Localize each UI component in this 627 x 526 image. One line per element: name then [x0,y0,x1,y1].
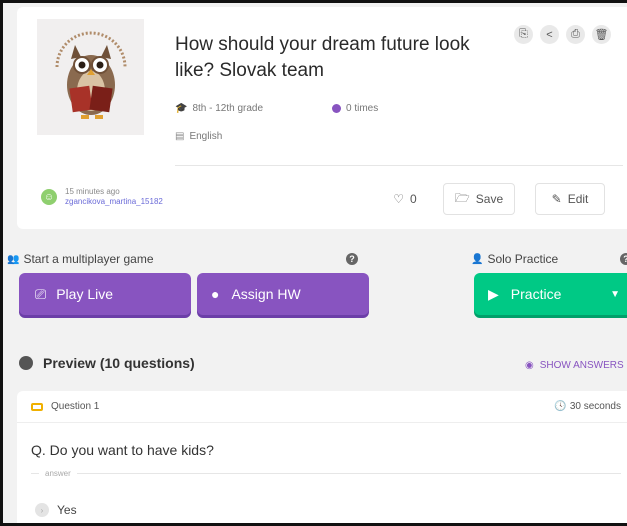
answer-label: answer [45,469,71,478]
edit-button[interactable]: ✎ Edit [535,183,605,215]
quiz-info-card: How should your dream future look like? … [17,7,627,229]
show-answers-toggle[interactable]: ◉ SHOW ANSWERS [525,360,624,371]
quiz-actions: ⎘ < ⎙ 🗑 [514,25,611,44]
question-card: Question 1 🕓 30 seconds Q. Do you want t… [17,391,627,523]
play-live-label: Play Live [56,286,114,302]
owl-logo-image [55,31,126,119]
author-time: 15 minutes ago [65,187,120,196]
show-answers-label: SHOW ANSWERS [539,360,624,371]
multiplayer-help-icon[interactable]: ? [346,253,358,265]
grade-meta: 🎓 8th - 12th grade [175,103,263,114]
practice-button[interactable]: ▶ Practice ▼ [474,273,627,315]
language-icon: ▤ [175,131,185,142]
author-info: ☺ 15 minutes ago zgancikova_martina_1518… [41,187,163,207]
like-button[interactable]: ♡ 0 [379,183,431,215]
clock-icon: 🕓 [554,401,567,412]
option-marker-icon: › [35,503,49,517]
answer-divider: answer [31,469,621,478]
assign-hw-button[interactable]: ● Assign HW [197,273,369,315]
question-type: Question 1 [31,401,99,412]
like-count: 0 [410,192,417,206]
grade-text: 8th - 12th grade [192,103,264,114]
print-icon[interactable]: ⎙ [566,25,585,44]
solo-help-icon[interactable]: ? [620,253,627,265]
edit-label: Edit [567,192,589,206]
quiz-page: How should your dream future look like? … [0,0,627,526]
multiple-choice-icon [31,402,43,411]
preview-icon [19,356,33,370]
preview-title: Preview (10 questions) [43,355,195,371]
plays-meta: 0 times [332,103,378,114]
share-icon[interactable]: < [540,25,559,44]
graduation-cap-icon: 🎓 [175,103,188,114]
author-name[interactable]: zgancikova_martina_15182 [65,197,163,207]
time-text: 30 seconds [569,401,621,412]
option-text: Yes [57,503,77,517]
avatar: ☺ [41,189,57,205]
question-header: Question 1 🕓 30 seconds [17,391,627,423]
preview-heading: Preview (10 questions) [19,355,195,371]
eye-icon: ◉ [525,360,534,371]
plays-text: 0 times [346,103,379,114]
assign-hw-label: Assign HW [231,286,301,302]
question-label: Question 1 [51,401,100,412]
group-icon: 👥 [7,253,20,265]
answer-option: › Yes [35,503,77,517]
quiz-cover-image [37,19,144,135]
solo-label: Solo Practice [487,252,559,266]
language-text: English [189,131,223,142]
clock-icon: ● [211,286,220,302]
language-meta: ▤ English [175,131,222,142]
quiz-title: How should your dream future look like? … [175,34,470,81]
save-label: Save [475,192,504,206]
save-button[interactable]: 🗁 Save [443,183,515,215]
play-live-button[interactable]: ⎚ Play Live [19,273,191,315]
card-divider [175,165,623,166]
solo-heading: 👤 Solo Practice [471,252,558,266]
multiplayer-heading: 👥 Start a multiplayer game [7,252,154,266]
user-icon: 👤 [471,253,484,265]
folder-icon: 🗁 [454,190,470,205]
multiplayer-label: Start a multiplayer game [23,252,154,266]
question-time: 🕓 30 seconds [554,401,621,412]
question-text: Q. Do you want to have kids? [31,442,214,458]
pencil-icon: ✎ [551,192,562,206]
delete-icon[interactable]: 🗑 [592,25,611,44]
heart-icon: ♡ [393,192,405,206]
screen-play-icon: ⎚ [35,285,47,302]
chevron-down-icon[interactable]: ▼ [610,289,620,300]
play-icon: ▶ [488,285,499,302]
play-count-icon [332,104,341,113]
practice-label: Practice [510,286,562,302]
copy-icon[interactable]: ⎘ [514,25,533,44]
